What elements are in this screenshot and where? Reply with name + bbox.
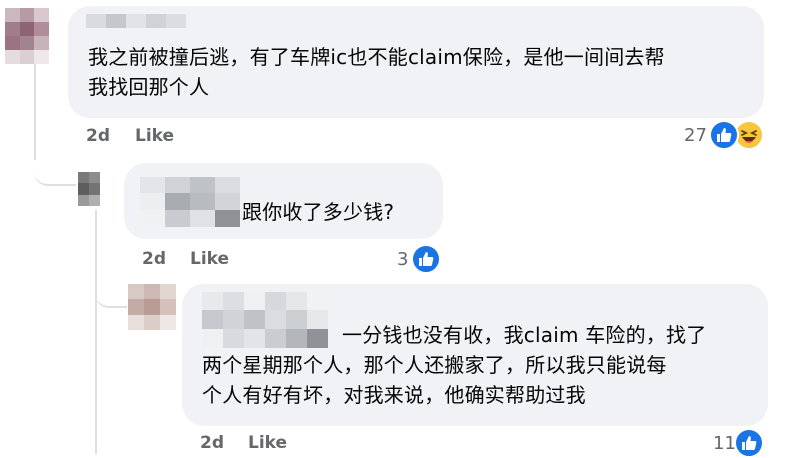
like-icon [709, 120, 739, 150]
like-icon [411, 244, 441, 274]
like-button[interactable]: Like [190, 249, 229, 269]
comment-time[interactable]: 2d [142, 249, 166, 269]
comment-time[interactable]: 2d [200, 433, 224, 453]
comment-bubble: 我之前被撞后逃，有了车牌ic也不能claim保险，是他一间间去帮 我找回那个人 [68, 6, 764, 118]
thread-curve-2 [95, 270, 127, 308]
thread-line-2 [95, 210, 97, 454]
like-button[interactable]: Like [248, 433, 287, 453]
avatar[interactable] [5, 8, 49, 64]
author-name-redacted[interactable] [140, 177, 240, 227]
comment-time[interactable]: 2d [86, 126, 110, 146]
comment-text: 一分钱也没有收，我claim 车险的，找了 两个星期那个人，那个人还搬家了，所以… [202, 323, 707, 407]
author-name-redacted[interactable] [86, 14, 186, 28]
like-button[interactable]: Like [135, 126, 174, 146]
comment-text: 我之前被撞后逃，有了车牌ic也不能claim保险，是他一间间去帮 我找回那个人 [88, 45, 665, 99]
reaction-count[interactable]: 11 [713, 433, 736, 454]
avatar[interactable] [78, 172, 100, 206]
reply-bubble: 跟你收了多少钱? [124, 163, 443, 239]
avatar[interactable] [128, 284, 176, 330]
reply-bubble: 一分钱也没有收，我claim 车险的，找了 两个星期那个人，那个人还搬家了，所以… [182, 284, 768, 426]
thread-curve-1 [34, 140, 76, 186]
comment-text: 跟你收了多少钱? [242, 200, 395, 224]
reaction-count[interactable]: 27 [684, 125, 707, 146]
reaction-count[interactable]: 3 [397, 249, 408, 270]
